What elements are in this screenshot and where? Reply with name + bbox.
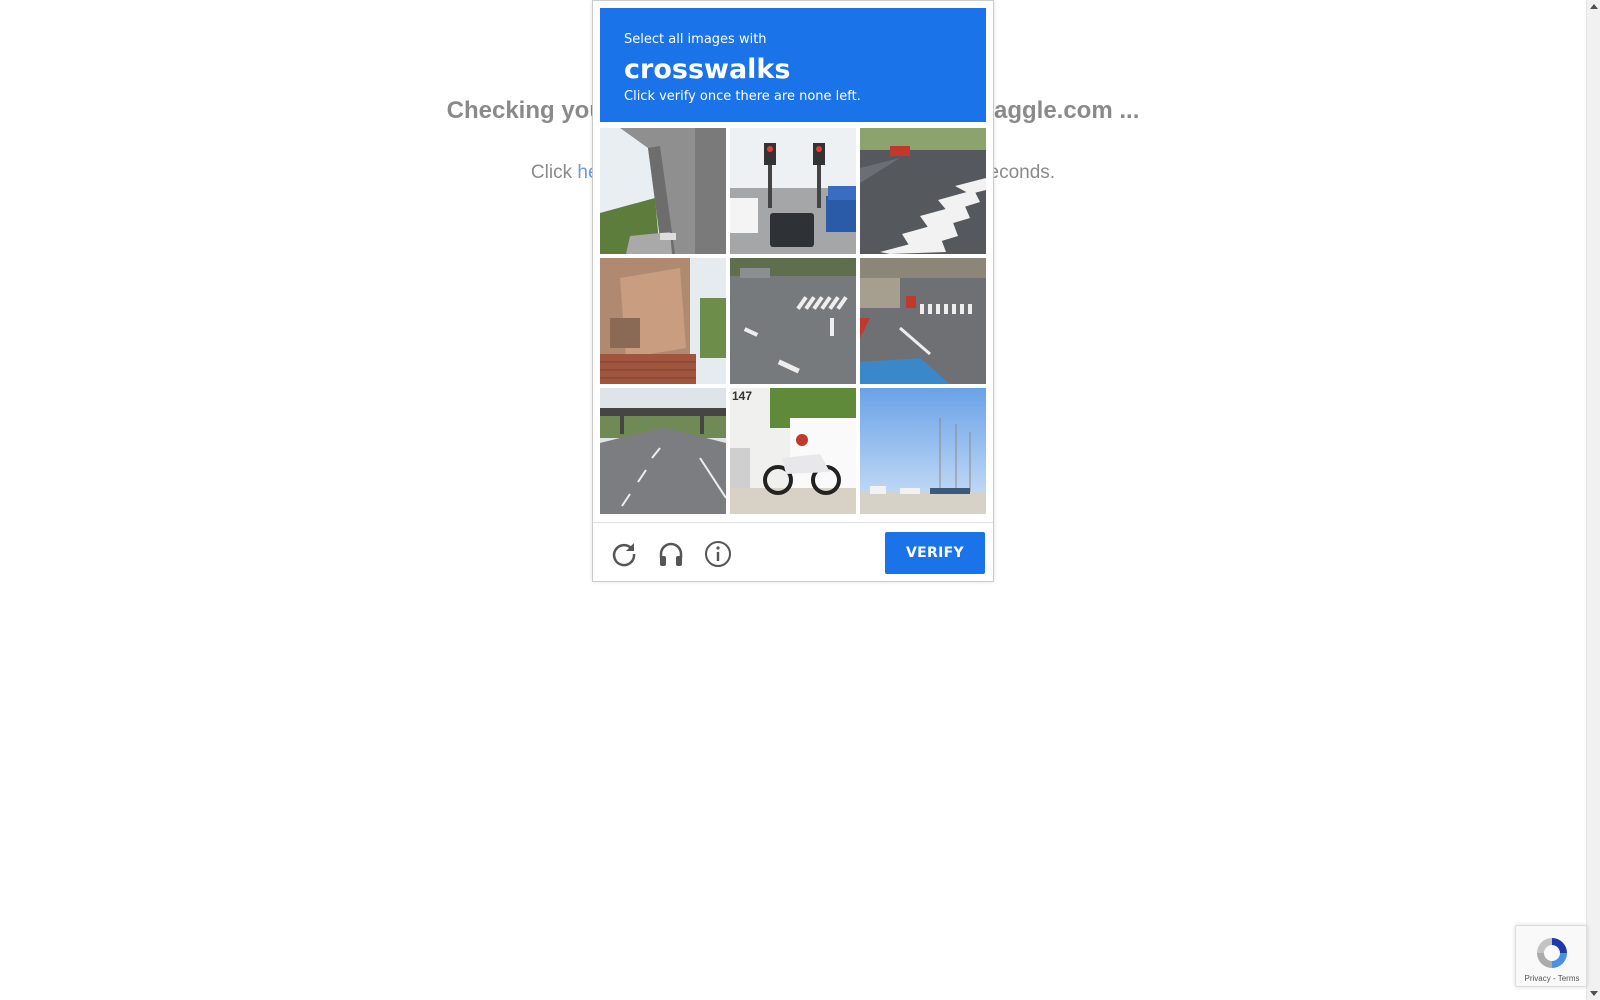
captcha-target-keyword: crosswalks: [624, 54, 791, 85]
reload-button[interactable]: [609, 539, 639, 569]
brick-building-image: [600, 258, 726, 384]
crosswalk-road-image: [860, 128, 986, 254]
captcha-tile-4[interactable]: [600, 258, 726, 384]
vertical-scrollbar[interactable]: [1586, 0, 1600, 1000]
captcha-dialog: Select all images with crosswalks Click …: [592, 0, 994, 582]
overpass-image: [600, 128, 726, 254]
captcha-prompt-header: Select all images with crosswalks Click …: [600, 8, 986, 122]
reload-icon: [612, 543, 636, 567]
scroll-up-arrow-icon[interactable]: [1590, 4, 1598, 9]
recaptcha-badge[interactable]: Privacy - Terms: [1515, 925, 1587, 987]
info-button[interactable]: [703, 539, 733, 569]
captcha-tile-8[interactable]: 147: [730, 388, 856, 514]
headphones-icon: [659, 542, 683, 566]
captcha-hint: Click verify once there are none left.: [624, 89, 861, 104]
captcha-tile-1[interactable]: [600, 128, 726, 254]
highway-bridge-image: [600, 388, 726, 514]
captcha-tile-6[interactable]: [860, 258, 986, 384]
info-icon: [705, 541, 731, 567]
intersection-crosswalk-image: [730, 258, 856, 384]
harbor-image: [860, 388, 986, 514]
motorcycle-image: 147: [730, 388, 856, 514]
footer-divider: [593, 522, 993, 523]
audio-challenge-button[interactable]: [656, 539, 686, 569]
verify-button[interactable]: VERIFY: [885, 532, 985, 574]
captcha-tile-5[interactable]: [730, 258, 856, 384]
recaptcha-logo-icon: [1537, 938, 1567, 968]
privacy-terms-links[interactable]: Privacy - Terms: [1516, 974, 1588, 983]
captcha-tile-2[interactable]: [730, 128, 856, 254]
captcha-tile-7[interactable]: [600, 388, 726, 514]
captcha-image-grid: 147: [600, 128, 986, 515]
captcha-tile-9[interactable]: [860, 388, 986, 514]
scroll-down-arrow-icon[interactable]: [1590, 991, 1598, 996]
captcha-instruction: Select all images with: [624, 32, 767, 47]
address-number: 147: [732, 389, 752, 403]
traffic-lights-image: [730, 128, 856, 254]
overpass-crosswalk-image: [860, 258, 986, 384]
captcha-tile-3[interactable]: [860, 128, 986, 254]
